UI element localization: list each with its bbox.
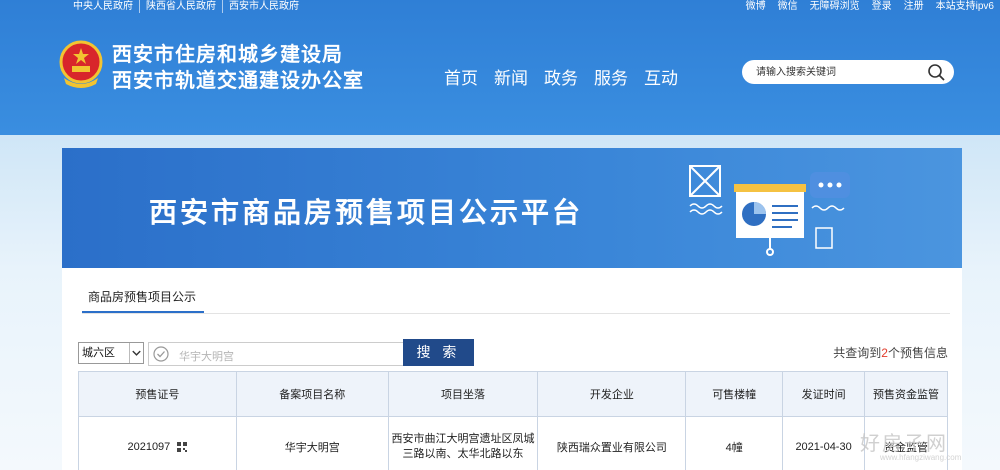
- qr-code-icon[interactable]: [177, 441, 188, 452]
- watermark-text: 好房子网: [860, 431, 948, 455]
- main-nav: 首页 新闻 政务 服务 互动: [444, 64, 694, 89]
- link-shaanxi-gov[interactable]: 陕西省人民政府: [140, 0, 223, 13]
- site-title-line2: 西安市轨道交通建设办公室: [112, 70, 364, 92]
- tab-divider: [82, 313, 950, 314]
- cell-location: 西安市曲江大明宫遗址区凤城三路以南、太华北路以东: [387, 416, 539, 470]
- site-watermark: 好房子网 www.hfangziwang.com: [850, 425, 980, 467]
- district-value: 城六区: [82, 347, 115, 359]
- link-accessibility[interactable]: 无障碍浏览: [810, 0, 860, 13]
- cell-developer: 陕西瑞众置业有限公司: [537, 416, 687, 470]
- watermark-url: www.hfangziwang.com: [880, 453, 962, 462]
- result-summary: 共查询到2个预售信息: [833, 344, 948, 361]
- header-search-input[interactable]: [756, 63, 916, 81]
- link-weibo[interactable]: 微博: [746, 0, 766, 13]
- table-header-row: 预售证号 备案项目名称 项目坐落 开发企业 可售楼幢 发证时间 预售资金监管: [78, 371, 948, 417]
- nav-news[interactable]: 新闻: [494, 64, 528, 89]
- header-project-name: 备案项目名称: [235, 371, 389, 417]
- check-circle-icon: [153, 346, 169, 362]
- nav-interaction[interactable]: 互动: [644, 64, 678, 89]
- nav-government-affairs[interactable]: 政务: [544, 64, 578, 89]
- header-developer: 开发企业: [537, 371, 687, 417]
- cert-no-value: 2021097: [127, 440, 171, 453]
- link-login[interactable]: 登录: [872, 0, 892, 13]
- nav-services[interactable]: 服务: [594, 64, 628, 89]
- header-cert-no: 预售证号: [78, 371, 237, 417]
- site-header: 中央人民政府 陕西省人民政府 西安市人民政府 微博 微信 无障碍浏览 登录 注册…: [0, 0, 1000, 135]
- banner-title: 西安市商品房预售项目公示平台: [149, 197, 584, 228]
- site-title[interactable]: 西安市住房和城乡建设局 西安市轨道交通建设办公室: [112, 42, 364, 94]
- table-row: 2021097 华宇大明宫 西安市曲江大明宫遗址区凤城三路以南、太华北路以东 陕…: [78, 416, 948, 470]
- district-select[interactable]: 城六区: [78, 342, 144, 364]
- platform-banner: 西安市商品房预售项目公示平台: [62, 148, 962, 268]
- link-xian-gov[interactable]: 西安市人民政府: [223, 0, 305, 13]
- cell-project-name[interactable]: 华宇大明宫: [235, 416, 389, 470]
- ipv6-notice: 本站支持ipv6: [935, 1, 994, 12]
- result-prefix: 共查询到: [833, 346, 882, 360]
- header-issue-date: 发证时间: [782, 371, 866, 417]
- project-name-value: 华宇大明宫: [179, 351, 234, 363]
- chevron-down-icon[interactable]: [129, 343, 143, 363]
- header-search-box: [742, 60, 954, 84]
- cell-cert-no: 2021097: [78, 416, 237, 470]
- presale-table: 预售证号 备案项目名称 项目坐落 开发企业 可售楼幢 发证时间 预售资金监管 2…: [78, 371, 948, 470]
- search-icon[interactable]: [926, 63, 946, 81]
- result-count: 2: [881, 346, 888, 360]
- link-central-gov[interactable]: 中央人民政府: [73, 0, 140, 13]
- top-link-bar: 中央人民政府 陕西省人民政府 西安市人民政府 微博 微信 无障碍浏览 登录 注册…: [0, 0, 1000, 13]
- nav-home[interactable]: 首页: [444, 64, 478, 89]
- presentation-board-icon: [689, 165, 850, 256]
- national-emblem-icon: [59, 40, 103, 88]
- project-name-input[interactable]: 华宇大明宫: [148, 342, 404, 366]
- result-suffix: 个预售信息: [887, 346, 948, 360]
- tab-presale-projects[interactable]: 商品房预售项目公示: [88, 288, 196, 310]
- search-button[interactable]: 搜 索: [403, 339, 474, 366]
- cell-buildings[interactable]: 4幢: [685, 416, 784, 470]
- header-location: 项目坐落: [387, 371, 539, 417]
- link-wechat[interactable]: 微信: [778, 0, 798, 13]
- site-title-line1: 西安市住房和城乡建设局: [112, 44, 343, 66]
- header-buildings: 可售楼幢: [685, 371, 784, 417]
- content-panel: 商品房预售项目公示 城六区 华宇大明宫 搜 索 共查询到2个预售信息 预售证号 …: [62, 268, 962, 470]
- header-fund-supervision: 预售资金监管: [864, 371, 948, 417]
- link-register[interactable]: 注册: [904, 0, 924, 13]
